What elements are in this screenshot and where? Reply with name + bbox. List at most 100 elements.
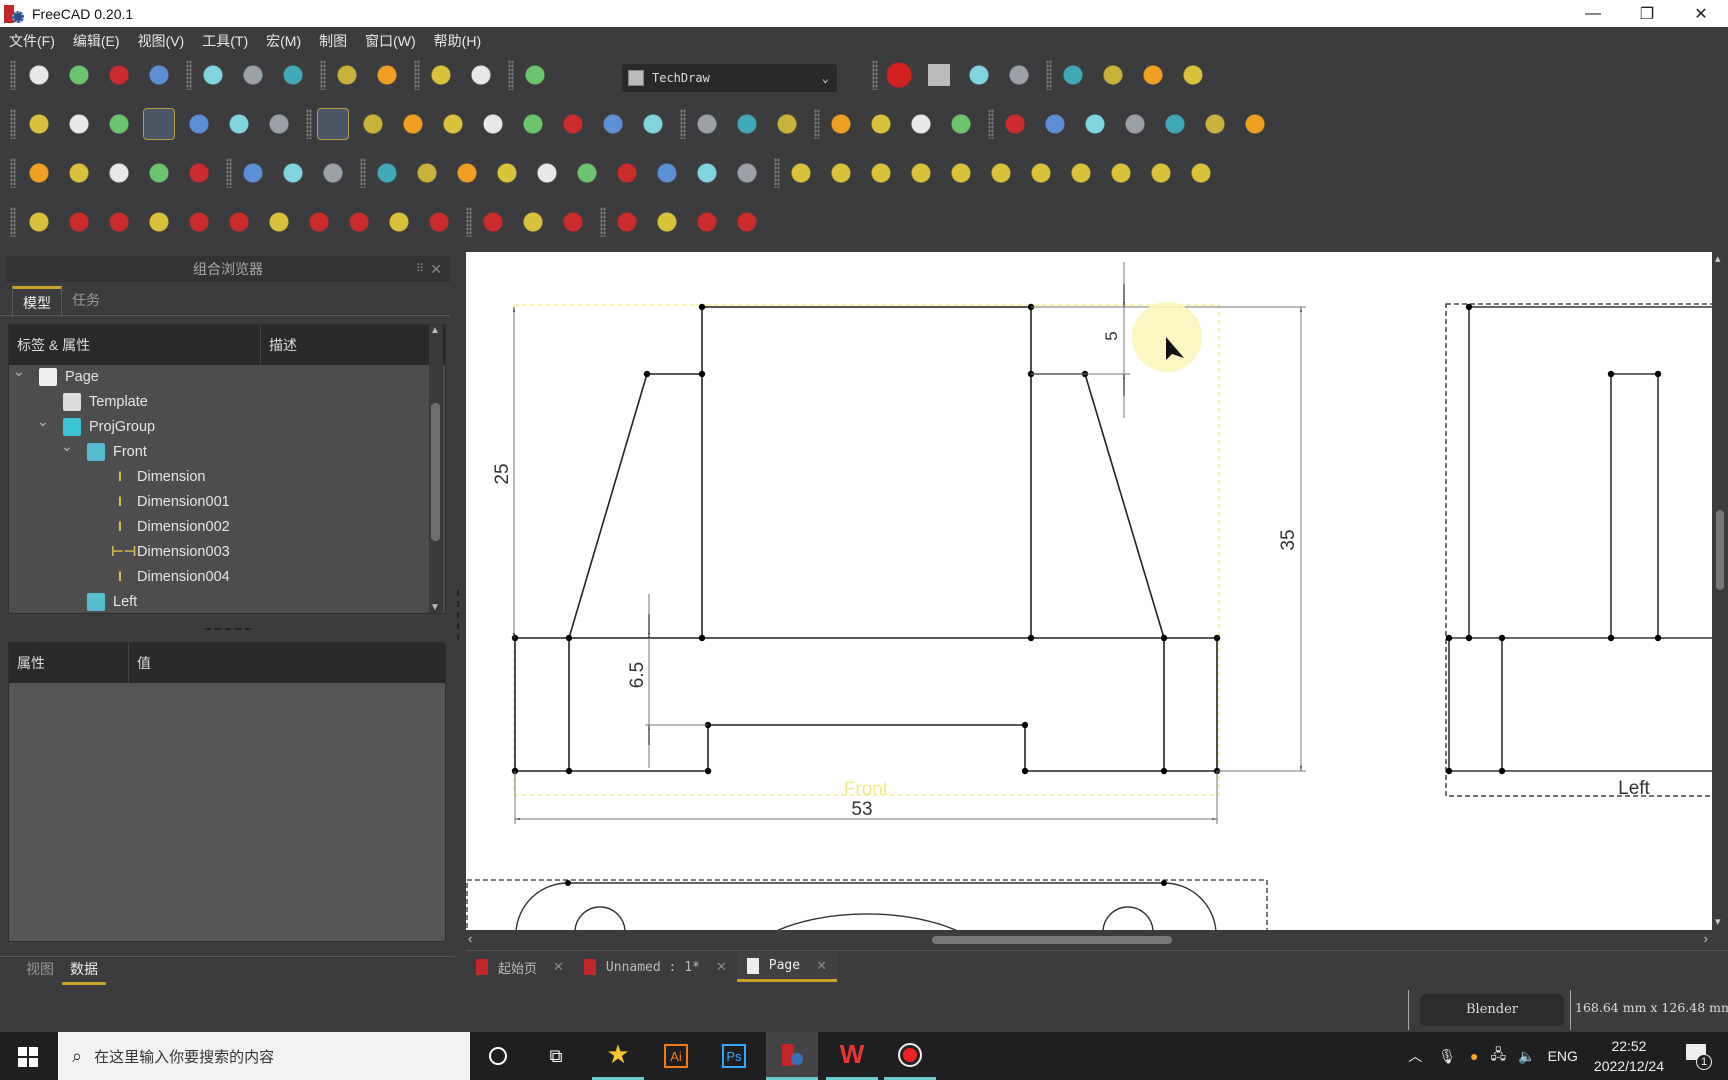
tree-item-front[interactable]: ⌄ Front <box>61 438 147 464</box>
close-tab-icon[interactable]: ✕ <box>716 959 727 975</box>
top-view-icon[interactable] <box>438 109 468 139</box>
tree-item-dimension002[interactable]: I Dimension002 <box>111 515 230 539</box>
fit-selection-icon[interactable] <box>64 109 94 139</box>
close-tab-icon[interactable]: ✕ <box>816 958 827 974</box>
sync-view-icon[interactable] <box>264 109 294 139</box>
notification-center-icon[interactable]: 1 <box>1684 1042 1712 1070</box>
diameter-dim-icon[interactable] <box>946 158 976 188</box>
open-file-icon[interactable] <box>64 60 94 90</box>
insert-template-icon[interactable] <box>732 109 762 139</box>
restore-button[interactable]: ❐ <box>1620 0 1674 27</box>
draw-style-icon[interactable] <box>104 109 134 139</box>
centerline-icon[interactable] <box>264 207 294 237</box>
fillet-icon[interactable] <box>652 207 682 237</box>
tray-overflow-icon[interactable]: ︿ <box>1408 1046 1422 1066</box>
scroll-thumb[interactable] <box>1716 510 1724 590</box>
task-view-icon[interactable]: ⧉ <box>530 1032 582 1080</box>
arc-icon[interactable] <box>558 207 588 237</box>
3pt-angle-dim-icon[interactable] <box>1026 158 1056 188</box>
image2-icon[interactable] <box>144 158 174 188</box>
image-icon[interactable] <box>104 158 134 188</box>
toolbar-grip[interactable] <box>466 207 472 237</box>
back-icon[interactable] <box>184 109 214 139</box>
tree-item-template[interactable]: Template <box>63 390 148 414</box>
scroll-up-icon[interactable]: ▴ <box>1715 252 1721 265</box>
pen-icon[interactable] <box>652 158 682 188</box>
toolbar-grip[interactable] <box>600 207 606 237</box>
close-tab-icon[interactable]: ✕ <box>553 959 564 975</box>
symbol-icon[interactable] <box>1240 109 1270 139</box>
fit-all-icon[interactable] <box>24 109 54 139</box>
menu-view[interactable]: 视图(V) <box>129 31 194 51</box>
print-icon[interactable] <box>144 60 174 90</box>
annotation-icon[interactable] <box>1080 109 1110 139</box>
scroll-down-icon[interactable]: ▾ <box>1715 915 1721 928</box>
expand-chevron-icon[interactable]: ⌄ <box>61 438 73 455</box>
illustrator-icon[interactable]: Ai <box>650 1032 702 1080</box>
network-icon[interactable]: 🖧 <box>1491 1044 1507 1068</box>
cosmetic-line-icon[interactable] <box>572 158 602 188</box>
arch-icon[interactable] <box>1200 109 1230 139</box>
menu-file[interactable]: 文件(F) <box>0 31 64 51</box>
close-button[interactable]: ✕ <box>1674 0 1728 27</box>
column-value[interactable]: 值 <box>129 653 151 673</box>
canvas-vertical-scrollbar[interactable]: ▴ ▾ <box>1712 252 1728 930</box>
radius-dim-icon[interactable] <box>906 158 936 188</box>
draft-icon[interactable] <box>1160 109 1190 139</box>
circle-center-icon[interactable] <box>384 207 414 237</box>
left-view-icon[interactable] <box>598 109 628 139</box>
eraser-icon[interactable] <box>612 158 642 188</box>
rich-anno-icon[interactable] <box>452 158 482 188</box>
redraw-icon[interactable] <box>772 109 802 139</box>
menu-techdraw[interactable]: 制图 <box>310 31 356 51</box>
extent-dim-icon[interactable] <box>1066 158 1096 188</box>
export-svg-icon[interactable] <box>238 158 268 188</box>
detail-icon[interactable] <box>1040 109 1070 139</box>
horizontal-dim-icon[interactable] <box>826 158 856 188</box>
front-view-icon[interactable] <box>398 109 428 139</box>
camera-icon[interactable] <box>866 109 896 139</box>
tab-data[interactable]: 数据 <box>62 956 106 985</box>
section-view-icon[interactable] <box>532 158 562 188</box>
toolbar-grip[interactable] <box>988 109 994 139</box>
page-default-icon[interactable] <box>906 109 936 139</box>
bolt-icon[interactable] <box>518 207 548 237</box>
toolbar-grip[interactable] <box>10 207 16 237</box>
link-dim-icon[interactable] <box>1106 158 1136 188</box>
canvas-horizontal-scrollbar[interactable]: ‹ › <box>466 930 1712 950</box>
macro-stop-icon[interactable] <box>924 60 954 90</box>
tree-item-dimension[interactable]: I Dimension <box>111 465 205 489</box>
obliq-dim-icon[interactable] <box>732 207 762 237</box>
toolbar-grip[interactable] <box>774 158 780 188</box>
insert-page-icon[interactable] <box>692 109 722 139</box>
toolbar-grip[interactable] <box>1046 60 1052 90</box>
export-send-icon[interactable] <box>1178 60 1208 90</box>
part-yellow-icon[interactable] <box>1058 60 1088 90</box>
midpoint-icon[interactable] <box>304 207 334 237</box>
whats-this-icon[interactable] <box>520 60 550 90</box>
scroll-left-icon[interactable]: ‹ <box>468 931 472 946</box>
windows-start-icon[interactable] <box>18 1047 38 1067</box>
bounding-box-icon[interactable] <box>143 108 175 140</box>
tree-item-projgroup[interactable]: ⌄ ProjGroup <box>37 413 155 439</box>
tab-unnamed[interactable]: Unnamed : 1* ✕ <box>574 952 737 982</box>
macro-edit-icon[interactable] <box>964 60 994 90</box>
language-indicator[interactable]: ENG <box>1548 1048 1578 1064</box>
cortana-icon[interactable] <box>472 1032 524 1080</box>
taskbar-search[interactable]: ⌕ 在这里输入你要搜索的内容 <box>58 1032 470 1080</box>
arc-vertex-icon[interactable] <box>612 207 642 237</box>
toolbar-grip[interactable] <box>320 60 326 90</box>
cut-icon[interactable] <box>198 60 228 90</box>
vert-chain-icon[interactable] <box>144 207 174 237</box>
leader-icon[interactable] <box>412 158 442 188</box>
toolbar-grip[interactable] <box>186 60 192 90</box>
obj-dim-icon[interactable] <box>224 207 254 237</box>
tab-page[interactable]: Page ✕ <box>736 952 837 982</box>
column-property[interactable]: 属性 <box>9 643 129 683</box>
view-group-icon[interactable] <box>826 109 856 139</box>
wps-icon[interactable]: W <box>826 1032 878 1080</box>
quick-dim-icon[interactable] <box>64 207 94 237</box>
right-view-icon[interactable] <box>478 109 508 139</box>
refresh-checkmark-icon[interactable] <box>426 60 456 90</box>
forward-icon[interactable] <box>224 109 254 139</box>
